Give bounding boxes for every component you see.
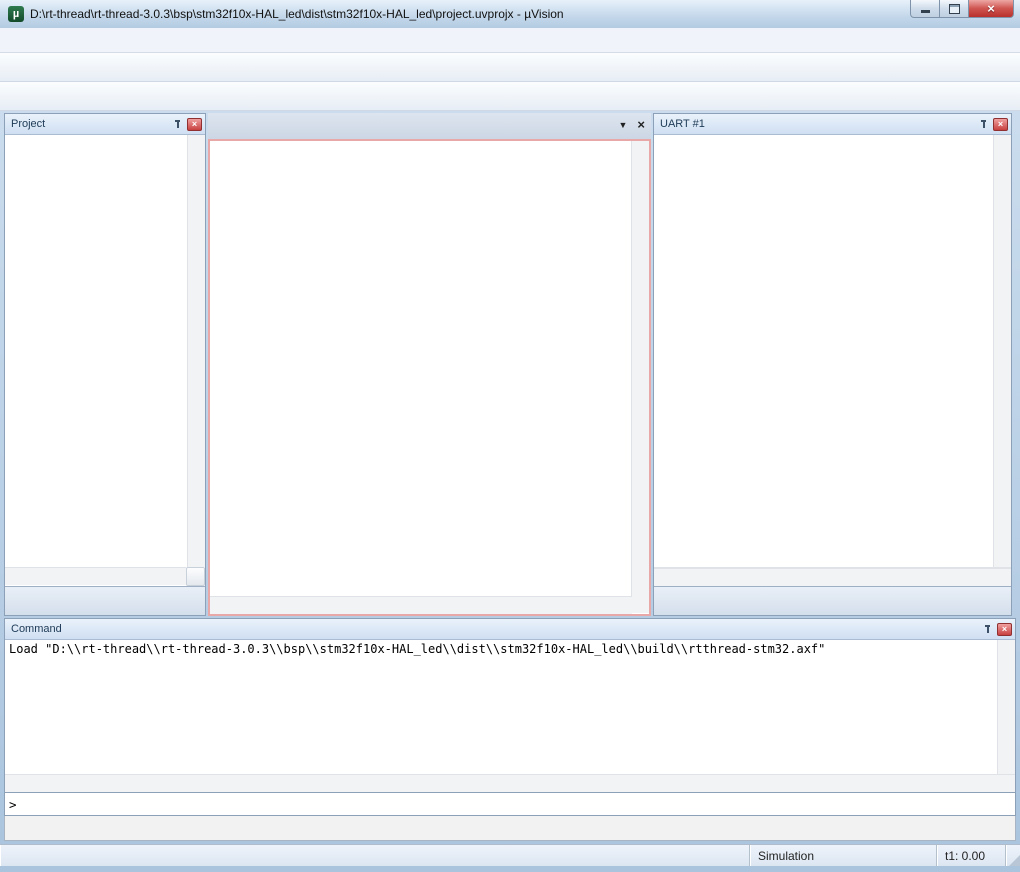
restore-icon — [949, 4, 960, 14]
uart-panel-close-button[interactable]: × — [993, 118, 1008, 131]
project-scroll-down-button[interactable] — [186, 567, 205, 586]
uart-panel-header: UART #1 × — [654, 114, 1011, 135]
menu-bar — [0, 28, 1020, 53]
project-panel: Project × — [4, 113, 206, 616]
command-output-area: Load "D:\\rt-thread\\rt-thread-3.0.3\\bs… — [5, 640, 1015, 774]
debug-view-tabs — [654, 586, 1011, 615]
window-frame-bottom — [0, 866, 1020, 872]
file-toolbar — [0, 53, 1020, 82]
project-panel-close-button[interactable]: × — [187, 118, 202, 131]
editor-horizontal-scrollbar[interactable] — [210, 596, 632, 614]
document-close-icon[interactable]: × — [637, 119, 645, 131]
minimize-button[interactable] — [910, 0, 940, 18]
code-editor-body — [210, 141, 649, 596]
command-shortcut-bar — [4, 816, 1016, 841]
close-button[interactable]: × — [968, 0, 1014, 18]
pin-icon[interactable] — [979, 119, 989, 129]
pin-icon[interactable] — [983, 624, 993, 634]
command-input[interactable] — [17, 794, 1015, 814]
project-panel-header: Project × — [5, 114, 205, 135]
command-output[interactable]: Load "D:\\rt-thread\\rt-thread-3.0.3\\bs… — [5, 640, 997, 774]
uart-horizontal-scrollbar[interactable] — [654, 568, 1011, 586]
command-input-row: > — [4, 793, 1016, 816]
restore-button[interactable] — [940, 0, 968, 18]
command-vertical-scrollbar[interactable] — [997, 640, 1015, 774]
uart-output[interactable] — [654, 135, 993, 567]
uvision-logo-icon: µ — [8, 6, 24, 22]
close-icon: × — [987, 2, 995, 15]
document-list-dropdown-icon[interactable]: ▼ — [618, 120, 627, 130]
uart-panel: UART #1 × — [653, 113, 1012, 616]
resize-grip[interactable] — [1005, 845, 1020, 866]
editor-area: ▼ × — [208, 113, 651, 616]
editor-scrollbar-corner — [632, 596, 649, 613]
window-controls: × — [910, 0, 1014, 18]
editor-tab-buttons: ▼ × — [618, 119, 645, 131]
project-tree-wrap — [5, 135, 205, 567]
code-editor[interactable] — [210, 141, 631, 596]
project-horizontal-scrollbar[interactable] — [5, 567, 186, 585]
project-panel-title: Project — [11, 118, 173, 130]
editor-vertical-scrollbar[interactable] — [631, 141, 649, 596]
command-panel-header: Command × — [5, 619, 1015, 640]
window-title: D:\rt-thread\rt-thread-3.0.3\bsp\stm32f1… — [30, 7, 564, 21]
uart-panel-title: UART #1 — [660, 118, 979, 130]
project-tree — [5, 135, 187, 567]
resize-grip-icon — [1009, 855, 1020, 866]
status-bar: Simulation t1: 0.00 — [0, 844, 1020, 866]
title-bar[interactable]: µ D:\rt-thread\rt-thread-3.0.3\bsp\stm32… — [0, 0, 1020, 28]
minimize-icon — [921, 10, 930, 13]
uvision-window: µ D:\rt-thread\rt-thread-3.0.3\bsp\stm32… — [0, 0, 1020, 872]
command-horizontal-scrollbar[interactable] — [5, 774, 1015, 792]
project-bottom-tabs — [5, 586, 205, 615]
main-area: Project × ▼ × — [0, 111, 1020, 616]
pin-icon[interactable] — [173, 119, 183, 129]
uart-vertical-scrollbar[interactable] — [993, 135, 1011, 567]
command-panel: Command × Load "D:\\rt-thread\\rt-thread… — [4, 618, 1016, 793]
status-mode: Simulation — [749, 845, 936, 866]
status-message-area — [0, 845, 749, 866]
command-panel-close-button[interactable]: × — [997, 623, 1012, 636]
editor-tab-bar: ▼ × — [208, 113, 651, 139]
debug-toolbar — [0, 82, 1020, 111]
command-prompt: > — [9, 797, 17, 812]
command-panel-title: Command — [11, 623, 983, 635]
code-editor-frame — [208, 139, 651, 616]
status-sim-time: t1: 0.00 — [936, 845, 1005, 866]
uart-content — [654, 135, 1011, 568]
project-vertical-scrollbar[interactable] — [187, 135, 205, 567]
